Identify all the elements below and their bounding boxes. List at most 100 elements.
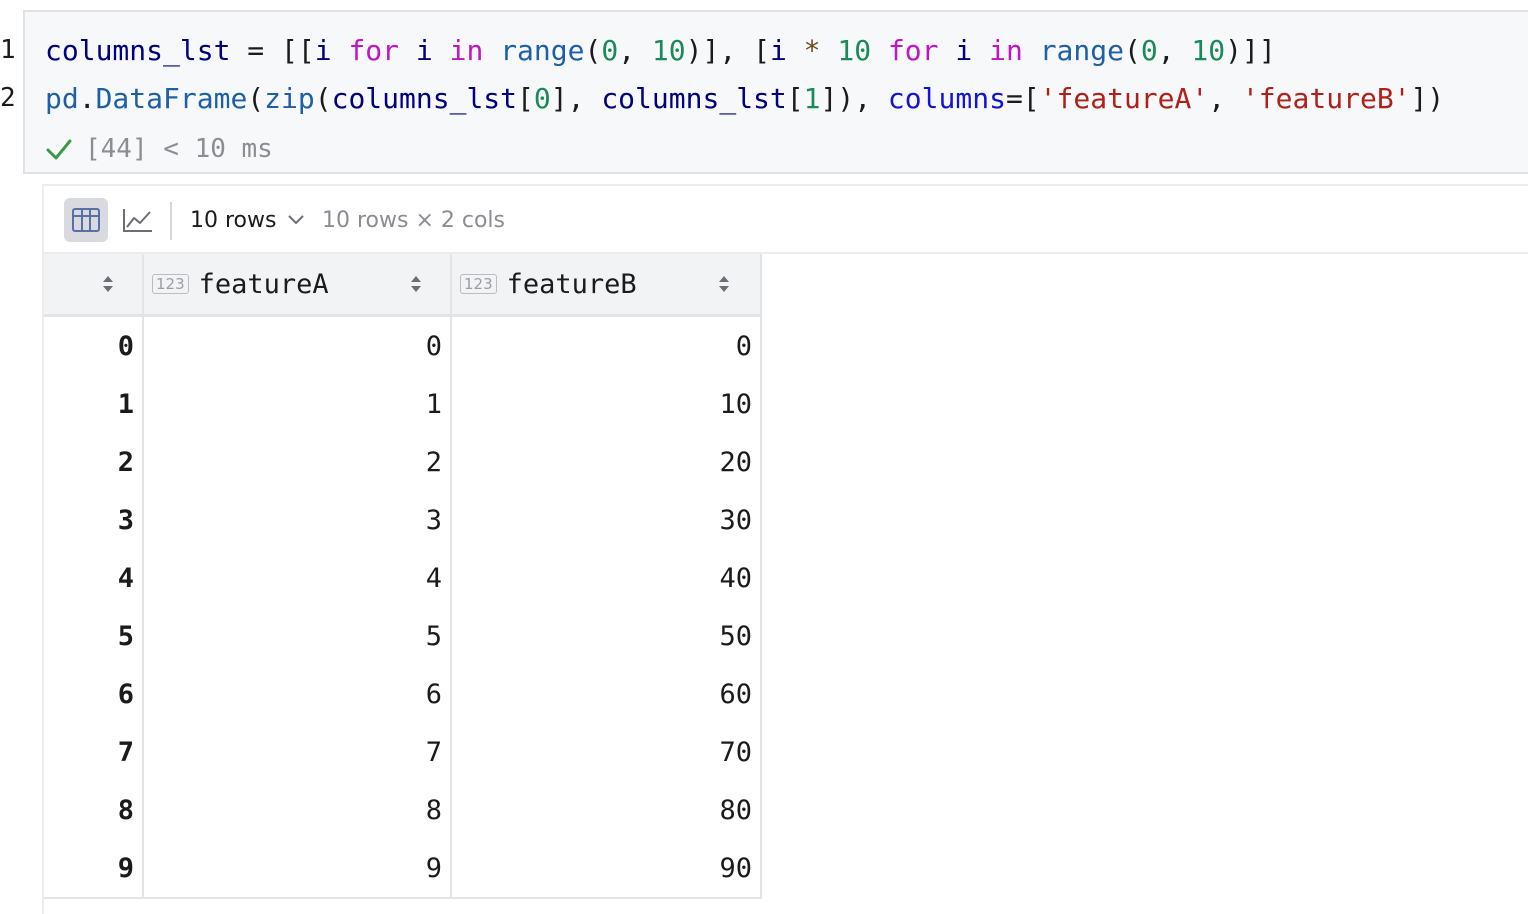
row-index-cell[interactable]: 8 bbox=[44, 781, 144, 839]
table-row[interactable]: 4 4 40 bbox=[44, 549, 762, 607]
code-token: 1 bbox=[803, 82, 821, 115]
code-token: 10 bbox=[1191, 34, 1226, 67]
table-cell[interactable]: 9 bbox=[144, 839, 452, 897]
code-cell[interactable]: columns_lst = [[i for i in range(0, 10)]… bbox=[23, 10, 1528, 174]
table-cell[interactable]: 1 bbox=[144, 375, 452, 433]
code-token: columns bbox=[887, 82, 1006, 115]
table-cell[interactable]: 3 bbox=[144, 491, 452, 549]
table-header: 123 featureA 123 featureB bbox=[44, 254, 762, 317]
code-token: [[ bbox=[281, 34, 315, 67]
table-cell[interactable]: 5 bbox=[144, 607, 452, 665]
check-icon bbox=[46, 139, 72, 160]
table-row[interactable]: 1 1 10 bbox=[44, 375, 762, 433]
sort-icon[interactable] bbox=[102, 274, 114, 294]
table-cell[interactable]: 70 bbox=[452, 723, 762, 781]
table-cell[interactable]: 60 bbox=[452, 665, 762, 723]
code-token: 10 bbox=[837, 34, 872, 67]
table-icon bbox=[72, 208, 100, 232]
code-token: pd bbox=[45, 82, 79, 115]
table-cell[interactable]: 2 bbox=[144, 433, 452, 491]
table-cell[interactable]: 0 bbox=[452, 317, 762, 375]
code-token: range bbox=[500, 34, 585, 67]
column-name: featureA bbox=[198, 268, 329, 300]
code-token: [ bbox=[517, 82, 534, 115]
index-column-header[interactable] bbox=[44, 254, 144, 314]
code-token: zip bbox=[264, 82, 315, 115]
table-cell[interactable]: 8 bbox=[144, 781, 452, 839]
execution-time: [44] < 10 ms bbox=[85, 134, 273, 164]
code-token: ]), bbox=[820, 82, 888, 115]
row-index-cell[interactable]: 3 bbox=[44, 491, 144, 549]
code-token: ( bbox=[584, 34, 602, 67]
table-cell[interactable]: 20 bbox=[452, 433, 762, 491]
row-index-cell[interactable]: 6 bbox=[44, 665, 144, 723]
sort-icon[interactable] bbox=[718, 274, 730, 294]
table-cell[interactable]: 4 bbox=[144, 549, 452, 607]
code-token: i bbox=[955, 34, 973, 67]
table-row[interactable]: 8 8 80 bbox=[44, 781, 762, 839]
code-token: i bbox=[415, 34, 433, 67]
code-token: i bbox=[769, 34, 787, 67]
table-row[interactable]: 9 9 90 bbox=[44, 839, 762, 897]
sort-icon[interactable] bbox=[410, 274, 422, 294]
table-view-button[interactable] bbox=[64, 198, 108, 242]
table-row[interactable]: 5 5 50 bbox=[44, 607, 762, 665]
code-token: )], [ bbox=[685, 34, 770, 67]
column-name: featureB bbox=[506, 268, 637, 300]
table-row[interactable]: 3 3 30 bbox=[44, 491, 762, 549]
toolbar-divider bbox=[170, 202, 172, 240]
row-index-cell[interactable]: 9 bbox=[44, 839, 144, 897]
table-cell[interactable]: 0 bbox=[144, 317, 452, 375]
code-token: columns_lst bbox=[601, 82, 787, 115]
rows-dropdown[interactable]: 10 rows bbox=[190, 198, 305, 242]
row-index-cell[interactable]: 1 bbox=[44, 375, 144, 433]
code-token: 0 bbox=[601, 34, 619, 67]
table-cell[interactable]: 50 bbox=[452, 607, 762, 665]
row-index-cell[interactable]: 7 bbox=[44, 723, 144, 781]
cell-output: 10 rows 10 rows × 2 cols 123 featureA 12… bbox=[42, 184, 1528, 914]
table-row[interactable]: 2 2 20 bbox=[44, 433, 762, 491]
table-bottom-border bbox=[44, 897, 762, 899]
code-token: ( bbox=[247, 82, 265, 115]
code-token: =[ bbox=[1005, 82, 1040, 115]
code-token: )]] bbox=[1225, 34, 1276, 67]
code-token: in bbox=[989, 34, 1023, 67]
code-line[interactable]: pd.DataFrame(zip(columns_lst[0], columns… bbox=[45, 75, 1444, 123]
chevron-down-icon bbox=[288, 215, 305, 225]
code-token: ], bbox=[550, 82, 602, 115]
row-index-cell[interactable]: 5 bbox=[44, 607, 144, 665]
table-cell[interactable]: 40 bbox=[452, 549, 762, 607]
dataframe-table: 123 featureA 123 featureB 0 0 0 1 1 10 2 2 20 3 3 3… bbox=[44, 254, 762, 899]
column-header-featureA[interactable]: 123 featureA bbox=[144, 254, 452, 314]
table-row[interactable]: 7 7 70 bbox=[44, 723, 762, 781]
row-index-cell[interactable]: 0 bbox=[44, 317, 144, 375]
table-cell[interactable]: 6 bbox=[144, 665, 452, 723]
column-header-featureB[interactable]: 123 featureB bbox=[452, 254, 762, 314]
row-index-cell[interactable]: 2 bbox=[44, 433, 144, 491]
line-chart-icon bbox=[123, 209, 152, 232]
code-token: ( bbox=[314, 82, 332, 115]
table-row[interactable]: 6 6 60 bbox=[44, 665, 762, 723]
code-token: ]) bbox=[1410, 82, 1445, 115]
table-cell[interactable]: 80 bbox=[452, 781, 762, 839]
code-token: range bbox=[1039, 34, 1124, 67]
table-row[interactable]: 000 bbox=[44, 317, 762, 375]
table-cell[interactable]: 10 bbox=[452, 375, 762, 433]
code-line[interactable]: columns_lst = [[i for i in range(0, 10)]… bbox=[45, 27, 1276, 75]
code-token: 10 bbox=[651, 34, 686, 67]
table-cell[interactable]: 30 bbox=[452, 491, 762, 549]
table-cell[interactable]: 7 bbox=[144, 723, 452, 781]
row-index-cell[interactable]: 4 bbox=[44, 549, 144, 607]
code-token: 0 bbox=[533, 82, 551, 115]
chart-view-button[interactable] bbox=[116, 198, 160, 242]
code-token: in bbox=[449, 34, 484, 67]
code-token: , bbox=[618, 34, 652, 67]
table-cell[interactable]: 90 bbox=[452, 839, 762, 897]
